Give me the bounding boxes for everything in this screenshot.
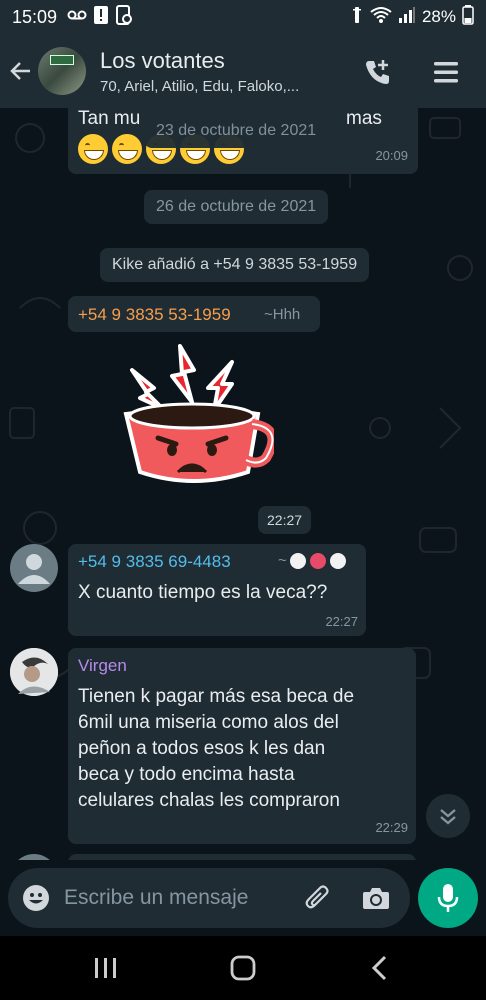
input-bar (0, 860, 486, 936)
screenshot-icon (115, 4, 133, 30)
message-time: 20:09 (375, 148, 408, 163)
message-line: peñon a todos esos k les dan (78, 738, 326, 759)
status-icons-left (67, 4, 133, 30)
sender-push-name: ~Hhh (264, 306, 301, 323)
back-arrow-icon[interactable] (6, 51, 36, 91)
sender-name[interactable]: +54 9 3835 69-4483 (78, 552, 231, 572)
message-line: celulares chalas les compraron (78, 790, 340, 811)
voicemail-icon (67, 8, 87, 26)
red-circle-emoji-icon (310, 553, 326, 569)
status-icons-right: 28% (350, 4, 474, 30)
message-text: Tienen k pagar más esa beca de 6mil una … (78, 684, 408, 814)
emoji-icon[interactable] (16, 878, 56, 918)
attach-icon[interactable] (298, 878, 338, 918)
message-text-tail: mas (346, 108, 382, 129)
sender-name[interactable]: +54 9 3835 53-1959 (78, 305, 231, 325)
signal-icon (398, 6, 416, 29)
message-input[interactable] (64, 878, 284, 918)
angry-coffee-cup-sticker[interactable] (114, 340, 278, 500)
recent-apps-icon[interactable] (82, 948, 130, 988)
wifi-icon (370, 6, 392, 29)
message-line: Tienen k pagar más esa beca de (78, 686, 355, 707)
status-bar: 15:09 28% (0, 0, 486, 34)
floating-date: 23 de octubre de 2021 (144, 114, 329, 148)
alert-icon (93, 5, 109, 30)
chat-area[interactable]: Tan mu mas 20:09 23 de octubre de 2021 2… (0, 108, 486, 860)
camera-icon[interactable] (356, 878, 396, 918)
sticker-time: 22:27 (258, 506, 312, 534)
message-input-container[interactable] (8, 868, 410, 928)
chat-header: Los votantes 70, Ariel, Atilio, Edu, Fal… (0, 34, 486, 108)
message-text-partial: Tan mu (78, 108, 141, 129)
sticker-sender-header[interactable]: +54 9 3835 53-1959 ~Hhh (68, 296, 320, 332)
system-nav-bar (0, 936, 486, 1000)
message-bubble[interactable]: +54 9 3835 69-4483 ~ X cuanto tiempo es … (68, 544, 366, 636)
system-message: Kike añadió a +54 9 3835 53-1959 (100, 248, 370, 282)
home-icon[interactable] (219, 948, 267, 988)
chat-title-block[interactable]: Los votantes 70, Ariel, Atilio, Edu, Fal… (100, 48, 340, 95)
status-time: 15:09 (12, 6, 58, 27)
contact-avatar[interactable] (10, 648, 58, 696)
white-circle-emoji-icon (330, 553, 346, 569)
chat-title: Los votantes (100, 47, 225, 73)
mic-button[interactable] (418, 868, 478, 928)
message-line: beca y todo encima hasta (78, 764, 295, 785)
scroll-down-button[interactable] (426, 794, 470, 838)
message-time: 22:29 (375, 820, 408, 835)
group-avatar[interactable] (38, 47, 86, 95)
message-bubble[interactable]: Virgen Tienen k pagar más esa beca de 6m… (68, 648, 416, 844)
battery-icon (462, 4, 474, 30)
back-nav-icon[interactable] (356, 948, 404, 988)
grinning-emoji-icon (112, 134, 142, 164)
add-call-icon[interactable] (358, 52, 398, 92)
date-separator: 26 de octubre de 2021 (144, 190, 329, 224)
sender-name[interactable]: Virgen (78, 656, 127, 676)
menu-icon[interactable] (426, 52, 466, 92)
white-circle-emoji-icon (290, 553, 306, 569)
chat-subtitle: 70, Ariel, Atilio, Edu, Faloko,... (100, 77, 300, 95)
grinning-emoji-icon (78, 134, 108, 164)
message-text: X cuanto tiempo es la veca?? (78, 582, 328, 603)
sender-push-name: ~ (278, 552, 287, 569)
default-avatar[interactable] (10, 544, 58, 592)
message-time: 22:27 (325, 614, 358, 629)
message-line: 6mil una miseria como alos del (78, 712, 339, 733)
alarm-icon (350, 6, 364, 29)
battery-percent: 28% (421, 7, 456, 26)
